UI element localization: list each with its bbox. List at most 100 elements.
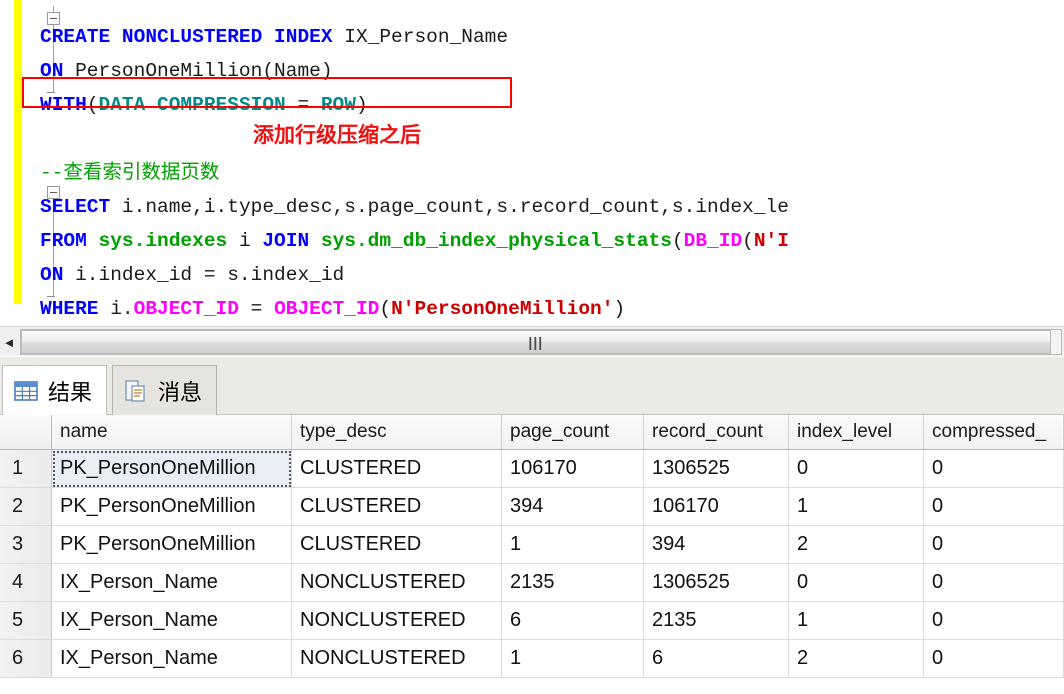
- code-token: IX_Person_Name: [344, 25, 509, 48]
- table-row[interactable]: 1 PK_PersonOneMillion CLUSTERED 106170 13065…: [0, 450, 1064, 488]
- column-header-index_level[interactable]: index_level: [789, 415, 924, 449]
- cell-name[interactable]: IX_Person_Name: [52, 602, 292, 640]
- cell-record_count[interactable]: 106170: [644, 488, 789, 526]
- code-token: i.: [110, 297, 134, 320]
- code-token: ROW: [320, 93, 356, 116]
- code-token: WHERE: [40, 297, 111, 320]
- cell-compressed[interactable]: 0: [924, 564, 1064, 602]
- code-line: CREATE NONCLUSTERED INDEX IX_Person_Name: [40, 20, 1064, 54]
- scroll-left-arrow-icon[interactable]: ◄: [0, 329, 18, 355]
- cell-type_desc[interactable]: CLUSTERED: [292, 526, 502, 564]
- cell-name[interactable]: IX_Person_Name: [52, 564, 292, 602]
- tab-results[interactable]: 结果: [2, 365, 108, 415]
- row-number-cell[interactable]: 4: [0, 564, 52, 602]
- cell-type_desc[interactable]: NONCLUSTERED: [292, 564, 502, 602]
- cell-type_desc[interactable]: NONCLUSTERED: [292, 640, 502, 678]
- results-grid-icon: [13, 378, 39, 404]
- cell-name[interactable]: PK_PersonOneMillion: [52, 450, 292, 488]
- results-grid[interactable]: name type_desc page_count record_count index…: [0, 415, 1064, 694]
- cell-record_count[interactable]: 6: [644, 640, 789, 678]
- cell-record_count[interactable]: 2135: [644, 602, 789, 640]
- editor-horizontal-scrollbar[interactable]: ◄ |||: [0, 326, 1064, 356]
- scrollbar-grip-icon: |||: [528, 334, 544, 350]
- code-token: JOIN: [262, 229, 321, 252]
- row-number-cell[interactable]: 2: [0, 488, 52, 526]
- cell-record_count[interactable]: 1306525: [644, 450, 789, 488]
- code-token: SELECT: [40, 195, 122, 218]
- code-token: i.index_id = s.index_id: [75, 263, 345, 286]
- cell-page_count[interactable]: 106170: [502, 450, 644, 488]
- code-line: ON PersonOneMillion(Name): [40, 54, 1064, 88]
- cell-page_count[interactable]: 1: [502, 640, 644, 678]
- query-editor-pane[interactable]: CREATE NONCLUSTERED INDEX IX_Person_Name…: [0, 0, 1064, 322]
- code-token: ON: [40, 59, 76, 82]
- cell-type_desc[interactable]: CLUSTERED: [292, 488, 502, 526]
- column-header-rownum[interactable]: [0, 415, 52, 449]
- cell-index_level[interactable]: 2: [789, 526, 924, 564]
- table-row[interactable]: 6 IX_Person_Name NONCLUSTERED 1 6 2 0: [0, 640, 1064, 678]
- code-line: ON i.index_id = s.index_id: [40, 258, 1064, 292]
- grid-body[interactable]: 1 PK_PersonOneMillion CLUSTERED 106170 13065…: [0, 450, 1064, 678]
- sql-code-text[interactable]: CREATE NONCLUSTERED INDEX IX_Person_Name…: [40, 20, 1064, 323]
- code-token: ): [613, 297, 626, 320]
- cell-page_count[interactable]: 394: [502, 488, 644, 526]
- cell-index_level[interactable]: 1: [789, 488, 924, 526]
- table-row[interactable]: 3 PK_PersonOneMillion CLUSTERED 1 394 2 0: [0, 526, 1064, 564]
- cell-name[interactable]: PK_PersonOneMillion: [52, 488, 292, 526]
- code-token: FROM: [40, 229, 99, 252]
- column-header-record_count[interactable]: record_count: [644, 415, 789, 449]
- code-token: OBJECT_ID: [133, 297, 239, 320]
- code-line: WHERE i.OBJECT_ID = OBJECT_ID(N'PersonOn…: [40, 292, 1064, 323]
- code-token: N'I: [753, 229, 789, 252]
- row-number-cell[interactable]: 1: [0, 450, 52, 488]
- cell-record_count[interactable]: 394: [644, 526, 789, 564]
- cell-compressed[interactable]: 0: [924, 602, 1064, 640]
- code-token: DATA COMPRESSION: [98, 93, 286, 116]
- grid-header-row: name type_desc page_count record_count index…: [0, 415, 1064, 450]
- tab-results-label: 结果: [48, 380, 93, 406]
- cell-compressed[interactable]: 0: [924, 450, 1064, 488]
- code-token: =: [238, 297, 275, 320]
- scrollbar-thumb[interactable]: |||: [21, 330, 1051, 354]
- scrollbar-track[interactable]: |||: [20, 329, 1062, 355]
- cell-index_level[interactable]: 2: [789, 640, 924, 678]
- code-token: OBJECT_ID: [274, 297, 380, 320]
- code-token: (Name): [262, 59, 333, 82]
- results-tabstrip: 结果 消息: [0, 357, 1064, 415]
- table-row[interactable]: 2 PK_PersonOneMillion CLUSTERED 394 106170 1 0: [0, 488, 1064, 526]
- code-token: ): [355, 93, 368, 116]
- cell-page_count[interactable]: 1: [502, 526, 644, 564]
- cell-name[interactable]: IX_Person_Name: [52, 640, 292, 678]
- table-row[interactable]: 5 IX_Person_Name NONCLUSTERED 6 2135 1 0: [0, 602, 1064, 640]
- cell-name[interactable]: PK_PersonOneMillion: [52, 526, 292, 564]
- cell-type_desc[interactable]: CLUSTERED: [292, 450, 502, 488]
- code-line: FROM sys.indexes i JOIN sys.dm_db_index_…: [40, 224, 1064, 258]
- cell-index_level[interactable]: 0: [789, 450, 924, 488]
- code-token: =: [285, 93, 321, 116]
- cell-compressed[interactable]: 0: [924, 640, 1064, 678]
- code-token: (: [379, 297, 392, 320]
- cell-type_desc[interactable]: NONCLUSTERED: [292, 602, 502, 640]
- column-header-compressed[interactable]: compressed_: [924, 415, 1064, 449]
- tab-messages[interactable]: 消息: [112, 365, 218, 415]
- row-number-cell[interactable]: 6: [0, 640, 52, 678]
- cell-index_level[interactable]: 1: [789, 602, 924, 640]
- column-header-type_desc[interactable]: type_desc: [292, 415, 502, 449]
- code-token: (: [742, 229, 754, 252]
- cell-page_count[interactable]: 6: [502, 602, 644, 640]
- cell-page_count[interactable]: 2135: [502, 564, 644, 602]
- row-number-cell[interactable]: 3: [0, 526, 52, 564]
- column-header-name[interactable]: name: [52, 415, 292, 449]
- column-header-page_count[interactable]: page_count: [502, 415, 644, 449]
- table-row[interactable]: 4 IX_Person_Name NONCLUSTERED 2135 1306525 0 0: [0, 564, 1064, 602]
- cell-record_count[interactable]: 1306525: [644, 564, 789, 602]
- cell-compressed[interactable]: 0: [924, 488, 1064, 526]
- editor-left-margin: [0, 0, 14, 322]
- row-number-cell[interactable]: 5: [0, 602, 52, 640]
- code-token: ON: [40, 263, 76, 286]
- code-token: (: [671, 229, 684, 252]
- cell-compressed[interactable]: 0: [924, 526, 1064, 564]
- cell-index_level[interactable]: 0: [789, 564, 924, 602]
- unsaved-change-bar: [14, 0, 22, 304]
